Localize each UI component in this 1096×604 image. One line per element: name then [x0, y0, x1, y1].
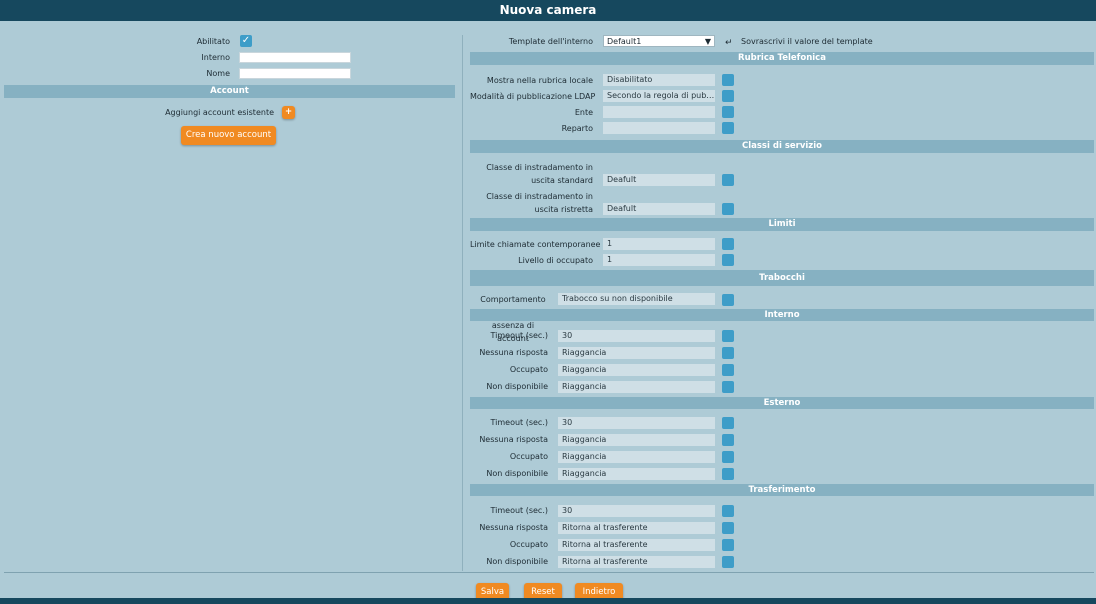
override-toggle[interactable]: [722, 522, 734, 534]
row-label: Reparto: [561, 124, 593, 133]
section-classi-header: Classi di servizio: [470, 140, 1094, 153]
abilitato-label: Abilitato: [196, 37, 230, 46]
override-toggle[interactable]: [722, 381, 734, 393]
override-toggle[interactable]: [722, 330, 734, 342]
section-limiti-header: Limiti: [470, 218, 1094, 231]
section-trabocchi-header: Trabocchi: [470, 270, 1094, 286]
column-divider: [462, 35, 463, 571]
trasferimento-nessuna-risposta-field[interactable]: Ritorna al trasferente: [558, 522, 715, 534]
interno-occupato-field[interactable]: Riaggancia: [558, 364, 715, 376]
row-label: Timeout (sec.): [490, 418, 549, 427]
add-existing-account-label: Aggiungi account esistente: [165, 108, 274, 117]
override-toggle[interactable]: [722, 505, 734, 517]
section-esterno-header: Esterno: [470, 397, 1094, 409]
interno-input[interactable]: [239, 52, 351, 63]
row-label: Non disponibile: [486, 382, 548, 391]
limite-chiamate-field[interactable]: 1: [603, 238, 715, 250]
trasferimento-occupato-field[interactable]: Ritorna al trasferente: [558, 539, 715, 551]
comportamento-assenza-field[interactable]: Trabocco su non disponibile: [558, 293, 715, 305]
override-toggle[interactable]: [722, 90, 734, 102]
override-toggle[interactable]: [722, 539, 734, 551]
override-toggle[interactable]: [722, 174, 734, 186]
interno-timeout-field[interactable]: 30: [558, 330, 715, 342]
interno-label: Interno: [201, 53, 230, 62]
check-icon: ✓: [241, 35, 251, 46]
interno-non-disponibile-field[interactable]: Riaggancia: [558, 381, 715, 393]
override-toggle[interactable]: [722, 203, 734, 215]
trasferimento-non-disponibile-field[interactable]: Ritorna al trasferente: [558, 556, 715, 568]
row-label: Non disponibile: [486, 469, 548, 478]
override-toggle[interactable]: [722, 294, 734, 306]
override-template-label: Sovrascrivi il valore del template: [741, 37, 873, 46]
row-label: Livello di occupato: [518, 256, 593, 265]
abilitato-checkbox[interactable]: ✓: [240, 35, 252, 47]
livello-occupato-field[interactable]: 1: [603, 254, 715, 266]
dropdown-arrow-icon: ▼: [704, 37, 711, 46]
esterno-occupato-field[interactable]: Riaggancia: [558, 451, 715, 463]
rubrica-locale-field[interactable]: Disabilitato: [603, 74, 715, 86]
override-toggle[interactable]: [722, 556, 734, 568]
row-label: Nessuna risposta: [479, 523, 548, 532]
page-title: Nuova camera: [0, 0, 1096, 21]
account-section-header: Account: [4, 85, 455, 98]
esterno-nessuna-risposta-field[interactable]: Riaggancia: [558, 434, 715, 446]
row-label: Classe di instradamento in uscita standa…: [486, 163, 593, 185]
row-label: Occupato: [509, 452, 548, 461]
plus-icon: +: [284, 107, 293, 117]
row-label: Occupato: [509, 540, 548, 549]
trasferimento-timeout-field[interactable]: 30: [558, 505, 715, 517]
ente-field[interactable]: [603, 106, 715, 118]
row-label: Nessuna risposta: [479, 435, 548, 444]
override-toggle[interactable]: [722, 364, 734, 376]
bottom-bar: [0, 598, 1096, 604]
override-toggle[interactable]: [722, 238, 734, 250]
undo-arrow-icon: ↵: [725, 38, 733, 48]
add-existing-account-button[interactable]: +: [282, 106, 295, 119]
override-toggle[interactable]: [722, 122, 734, 134]
ldap-mode-field[interactable]: Secondo la regola di pubblicazione: [603, 90, 715, 102]
row-label: Timeout (sec.): [490, 331, 549, 340]
template-label: Template dell'interno: [508, 37, 593, 46]
create-account-button[interactable]: Crea nuovo account: [181, 126, 276, 145]
row-label: Nessuna risposta: [479, 348, 548, 357]
row-label: Ente: [574, 108, 593, 117]
row-label: Modalità di pubblicazione LDAP: [470, 92, 596, 101]
classe-standard-field[interactable]: Deafult: [603, 174, 715, 186]
footer-divider: [4, 572, 1094, 573]
esterno-timeout-field[interactable]: 30: [558, 417, 715, 429]
override-toggle[interactable]: [722, 434, 734, 446]
row-label: Classe di instradamento in uscita ristre…: [486, 192, 593, 214]
override-toggle[interactable]: [722, 468, 734, 480]
row-label: Mostra nella rubrica locale: [486, 76, 593, 85]
section-trasferimento-header: Trasferimento: [470, 484, 1094, 496]
row-label: Occupato: [509, 365, 548, 374]
section-interno-header: Interno: [470, 309, 1094, 321]
override-toggle[interactable]: [722, 254, 734, 266]
interno-nessuna-risposta-field[interactable]: Riaggancia: [558, 347, 715, 359]
nome-label: Nome: [206, 69, 230, 78]
section-rubrica-header: Rubrica Telefonica: [470, 52, 1094, 65]
nome-input[interactable]: [239, 68, 351, 79]
esterno-non-disponibile-field[interactable]: Riaggancia: [558, 468, 715, 480]
override-toggle[interactable]: [722, 417, 734, 429]
row-label: Limite chiamate contemporanee: [470, 240, 601, 249]
reparto-field[interactable]: [603, 122, 715, 134]
override-toggle[interactable]: [722, 106, 734, 118]
template-select-value: Default1: [607, 37, 642, 46]
classe-ristretta-field[interactable]: Deafult: [603, 203, 715, 215]
override-toggle[interactable]: [722, 74, 734, 86]
override-toggle[interactable]: [722, 347, 734, 359]
row-label: Timeout (sec.): [490, 506, 549, 515]
template-select[interactable]: Default1 ▼: [603, 35, 715, 47]
override-toggle[interactable]: [722, 451, 734, 463]
row-label: Non disponibile: [486, 557, 548, 566]
